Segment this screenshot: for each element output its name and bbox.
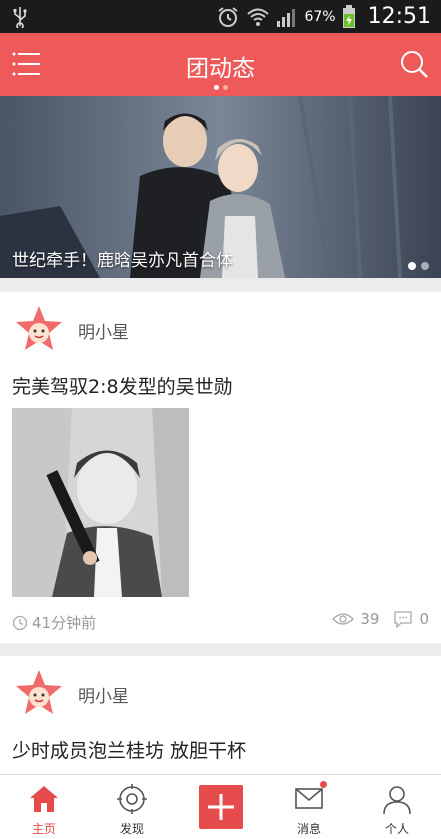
page-indicator — [0, 85, 441, 90]
tab-home[interactable]: 主页 — [0, 775, 88, 839]
clock-icon — [12, 615, 28, 630]
app-bar: 团动态 — [0, 33, 441, 96]
search-icon[interactable] — [399, 49, 429, 79]
person-icon — [383, 786, 411, 815]
post-image[interactable] — [12, 408, 189, 597]
tab-messages[interactable]: 消息 — [265, 775, 353, 839]
plus-icon — [208, 794, 234, 820]
unread-badge — [320, 781, 327, 788]
add-post-button[interactable] — [199, 785, 243, 829]
compass-icon — [117, 784, 147, 814]
eye-icon — [332, 613, 355, 625]
post-time-label: 41分钟前 — [32, 614, 97, 632]
tab-discover[interactable]: 发现 — [88, 775, 176, 839]
banner-carousel[interactable]: 世纪牵手！鹿晗吴亦凡首合体 — [0, 96, 441, 278]
alarm-icon — [218, 6, 239, 27]
tab-discover-label: 发现 — [119, 822, 144, 836]
signal-icon — [277, 8, 296, 27]
avatar[interactable] — [14, 668, 64, 718]
status-bar: 67% 12:51 — [0, 0, 441, 33]
comment-count: 0 — [419, 610, 429, 628]
post-author[interactable]: 明小星 — [78, 318, 129, 343]
battery-percent: 67% — [304, 8, 336, 25]
post-time: 41分钟前 — [12, 612, 96, 633]
view-count: 39 — [360, 610, 380, 628]
tab-profile[interactable]: 个人 — [353, 775, 441, 839]
mail-icon — [295, 788, 323, 809]
page-title: 团动态 — [186, 56, 255, 82]
banner-caption: 世纪牵手！鹿晗吴亦凡首合体 — [12, 251, 233, 271]
comment-icon[interactable] — [393, 610, 413, 628]
post-stats: 39 0 — [332, 610, 429, 628]
post-author[interactable]: 明小星 — [78, 682, 129, 707]
post-title[interactable]: 完美驾驭2:8发型的吴世勋 — [12, 372, 233, 399]
post-card[interactable]: 明小星 少时成员泡兰桂坊 放胆干杯 — [0, 656, 441, 776]
tab-profile-label: 个人 — [384, 822, 409, 836]
banner-indicator — [408, 262, 429, 270]
usb-icon — [13, 7, 27, 28]
home-icon — [30, 786, 58, 812]
post-card[interactable]: 明小星 完美驾驭2:8发型的吴世勋 41分钟前 39 0 — [0, 292, 441, 643]
tab-messages-label: 消息 — [296, 822, 321, 836]
avatar[interactable] — [14, 304, 64, 354]
clock: 12:51 — [367, 4, 431, 29]
tab-home-label: 主页 — [31, 822, 56, 836]
wifi-icon — [247, 8, 270, 26]
bottom-tab-bar: 主页 发现 消息 个人 — [0, 774, 441, 839]
post-title[interactable]: 少时成员泡兰桂坊 放胆干杯 — [12, 736, 246, 763]
battery-icon — [342, 4, 355, 28]
